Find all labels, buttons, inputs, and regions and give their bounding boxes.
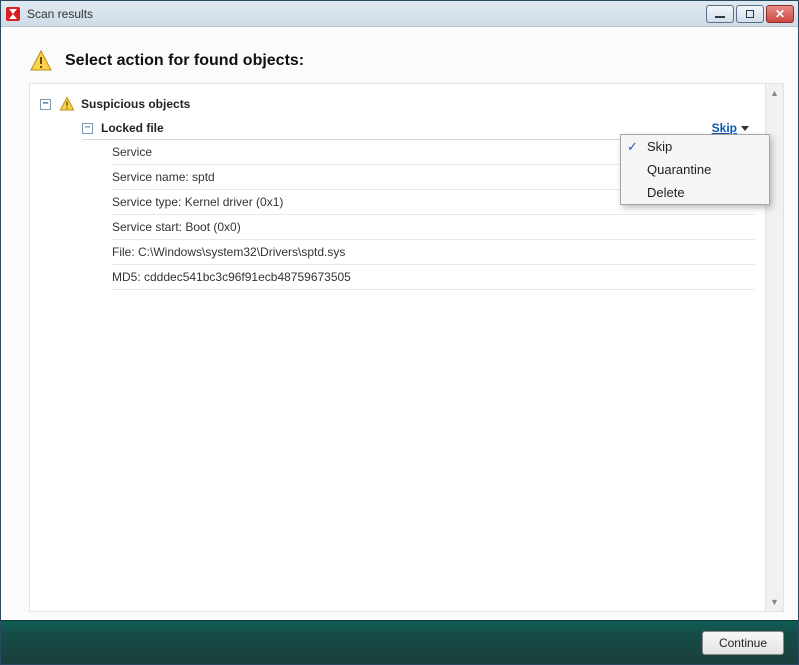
app-icon (5, 6, 21, 22)
window: Scan results ✕ Select action for found o… (0, 0, 799, 665)
action-selected-label: Skip (712, 121, 737, 135)
maximize-button[interactable] (736, 5, 764, 23)
results-content: Suspicious objects Locked file Skip Serv… (30, 84, 765, 611)
warning-icon (29, 49, 53, 73)
results-panel: Suspicious objects Locked file Skip Serv… (29, 83, 784, 612)
menu-item-label: Quarantine (647, 162, 711, 177)
collapse-icon[interactable] (82, 123, 93, 134)
warning-icon (59, 96, 75, 112)
detail-row: File: C:\Windows\system32\Drivers\sptd.s… (112, 240, 755, 265)
close-button[interactable]: ✕ (766, 5, 794, 23)
detail-row: Service start: Boot (0x0) (112, 215, 755, 240)
chevron-down-icon (741, 126, 749, 131)
titlebar: Scan results ✕ (1, 1, 798, 27)
detail-row: MD5: cdddec541bc3c96f91ecb48759673505 (112, 265, 755, 290)
continue-button[interactable]: Continue (702, 631, 784, 655)
menu-item-delete[interactable]: Delete (621, 181, 769, 204)
page-header: Select action for found objects: (1, 27, 798, 83)
minimize-button[interactable] (706, 5, 734, 23)
window-buttons: ✕ (706, 5, 794, 23)
item-title: Locked file (101, 121, 712, 135)
menu-item-skip[interactable]: ✓ Skip (621, 135, 769, 158)
group-label: Suspicious objects (81, 97, 190, 111)
action-menu: ✓ Skip Quarantine Delete (620, 134, 770, 205)
client-area: Select action for found objects: Suspici… (1, 27, 798, 664)
menu-item-quarantine[interactable]: Quarantine (621, 158, 769, 181)
action-dropdown[interactable]: Skip (712, 121, 749, 135)
collapse-icon[interactable] (40, 99, 51, 110)
group-header[interactable]: Suspicious objects (40, 96, 755, 112)
checkmark-icon: ✓ (627, 139, 638, 155)
footer-bar: Continue (1, 620, 798, 664)
scroll-down-icon[interactable] (767, 594, 783, 610)
menu-item-label: Skip (647, 139, 672, 154)
window-title: Scan results (27, 7, 706, 21)
page-title: Select action for found objects: (65, 52, 304, 70)
scroll-up-icon[interactable] (767, 85, 783, 101)
menu-item-label: Delete (647, 185, 685, 200)
